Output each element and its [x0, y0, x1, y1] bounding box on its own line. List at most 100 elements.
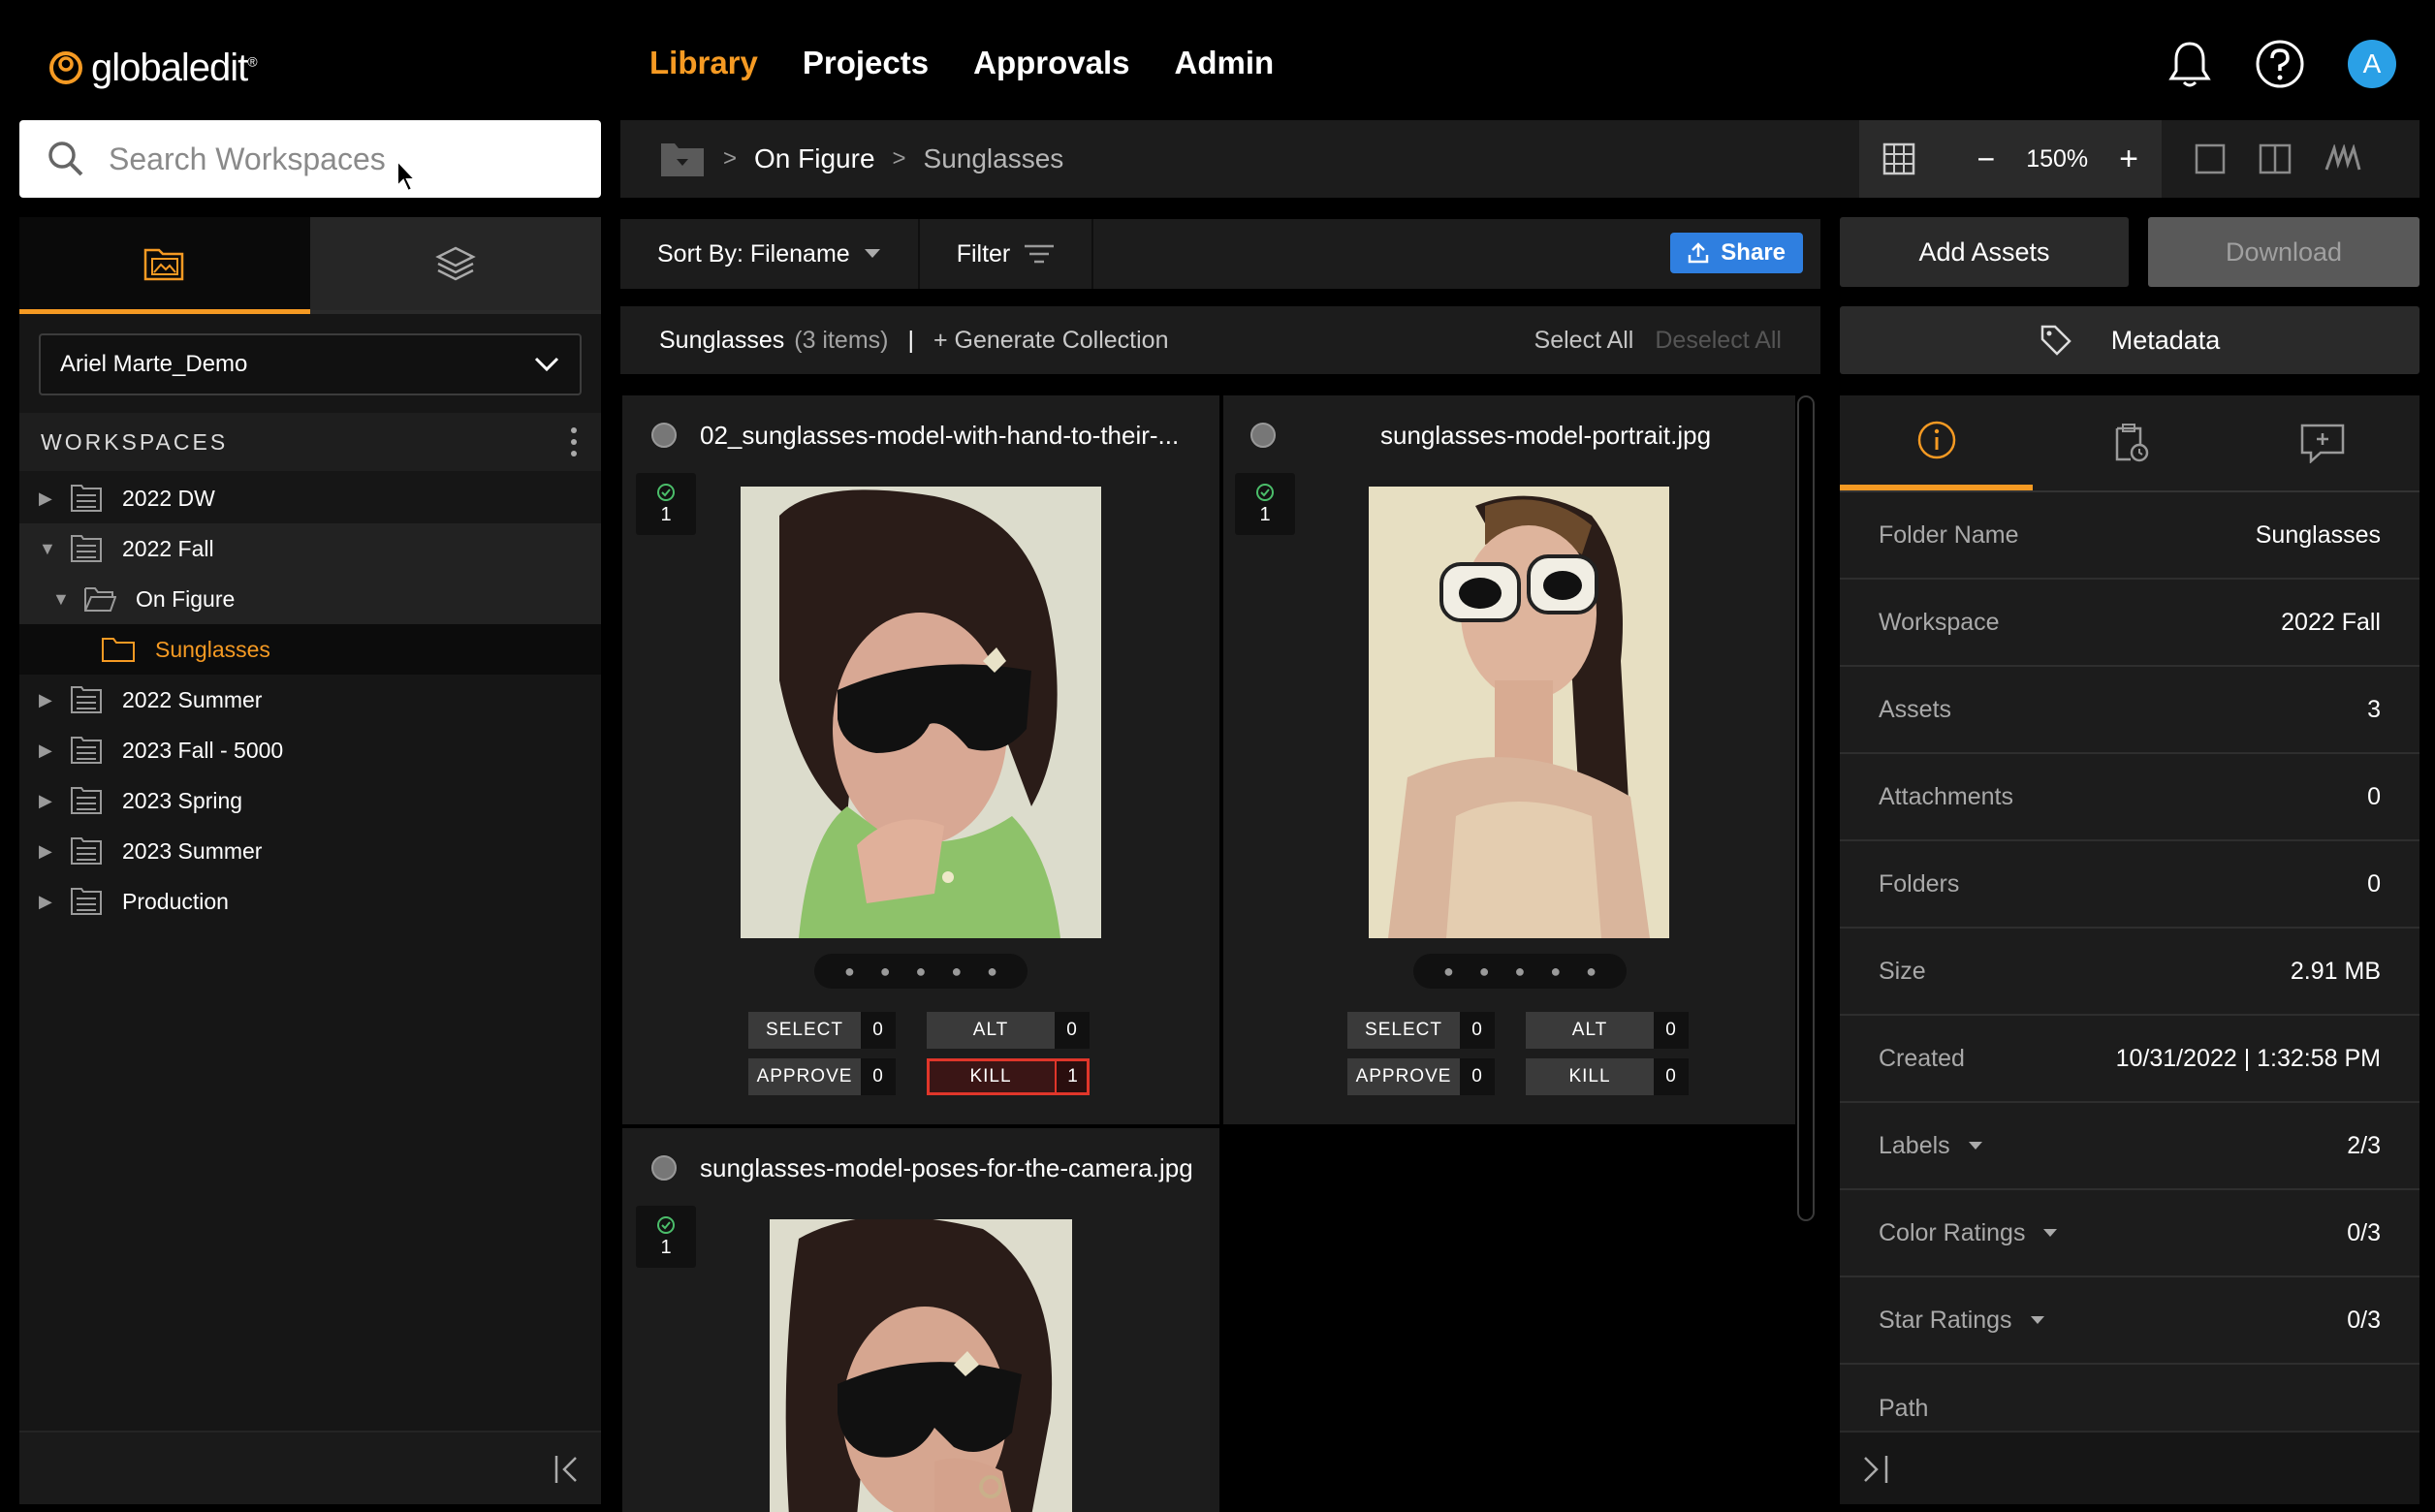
grid-scrollbar[interactable] [1797, 395, 1815, 1221]
tab-folders[interactable] [19, 217, 310, 314]
kill-vote-button[interactable]: KILL 1 [927, 1058, 1090, 1095]
version-number: 1 [660, 503, 672, 525]
tree-item-sunglasses[interactable]: Sunglasses [19, 624, 601, 675]
expand-arrow-icon[interactable]: ▶ [39, 791, 52, 811]
expand-arrow-icon[interactable]: ▶ [39, 488, 52, 509]
approve-label: APPROVE [748, 1058, 861, 1095]
asset-select-radio[interactable] [1250, 423, 1276, 448]
nav-approvals[interactable]: Approvals [973, 45, 1129, 81]
compare-view-icon[interactable] [2259, 143, 2292, 174]
tree-item-label: 2023 Spring [122, 787, 243, 813]
info-row-created: Created 10/31/2022 | 1:32:58 PM [1840, 1016, 2419, 1103]
bell-icon[interactable] [2167, 40, 2212, 88]
expand-arrow-icon[interactable]: ▶ [39, 740, 52, 761]
grid-view-icon[interactable] [1882, 142, 1915, 175]
tab-activity[interactable] [2033, 395, 2226, 490]
check-circle-icon [657, 483, 675, 501]
expand-arrow-icon[interactable]: ▶ [39, 841, 52, 862]
download-button[interactable]: Download [2148, 217, 2419, 287]
sidebar-footer [19, 1431, 601, 1504]
more-vertical-icon[interactable] [570, 426, 578, 457]
breadcrumb-on-figure[interactable]: On Figure [754, 143, 875, 174]
generate-collection-link[interactable]: + Generate Collection [933, 327, 1169, 355]
filter-icon [1025, 244, 1055, 264]
filter-button[interactable]: Filter [920, 219, 1094, 289]
markup-icon[interactable] [2324, 144, 2361, 173]
share-button[interactable]: Share [1670, 233, 1803, 273]
tree-item-2022-summer[interactable]: ▶ 2022 Summer [19, 675, 601, 725]
version-badge[interactable]: 1 [636, 473, 696, 535]
select-count: 0 [1460, 1012, 1495, 1049]
header-actions: A [2167, 39, 2396, 89]
workspace-icon [71, 787, 102, 814]
approve-vote-button[interactable]: APPROVE 0 [748, 1058, 896, 1095]
info-key: Created [1879, 1044, 1965, 1072]
nav-projects[interactable]: Projects [803, 45, 929, 81]
version-badge[interactable]: 1 [1235, 473, 1295, 535]
tree-item-production[interactable]: ▶ Production [19, 876, 601, 927]
layers-icon [435, 246, 476, 281]
tab-info[interactable] [1840, 395, 2034, 490]
help-icon[interactable] [2255, 39, 2305, 89]
tree-item-2023-spring[interactable]: ▶ 2023 Spring [19, 775, 601, 826]
asset-select-radio[interactable] [651, 423, 677, 448]
asset-thumbnail[interactable] [770, 1219, 1072, 1512]
nav-library[interactable]: Library [649, 45, 758, 81]
workspaces-header: WORKSPACES [19, 413, 601, 471]
select-all-link[interactable]: Select All [1534, 327, 1634, 355]
folder-dropdown-icon[interactable] [659, 140, 706, 178]
info-key: Assets [1879, 695, 1952, 723]
asset-thumbnail[interactable] [1369, 487, 1669, 938]
collapse-sidebar-icon[interactable] [553, 1454, 582, 1485]
nav-admin[interactable]: Admin [1174, 45, 1274, 81]
asset-thumbnail[interactable] [741, 487, 1101, 938]
collapse-panel-icon[interactable] [1861, 1454, 1890, 1485]
asset-select-radio[interactable] [651, 1155, 677, 1181]
asset-card[interactable]: 02_sunglasses-model-with-hand-to-their-.… [622, 395, 1219, 1124]
workspace-select[interactable]: Ariel Marte_Demo [39, 333, 582, 395]
tab-collections[interactable] [310, 217, 601, 314]
dot: ● [1586, 961, 1597, 981]
metadata-button[interactable]: Metadata [1840, 306, 2419, 374]
tree-item-2022-fall[interactable]: ▼ 2022 Fall [19, 523, 601, 574]
sort-dropdown[interactable]: Sort By: Filename [620, 219, 920, 289]
expand-arrow-icon[interactable]: ▶ [39, 690, 52, 710]
tree-item-2023-summer[interactable]: ▶ 2023 Summer [19, 826, 601, 876]
collapse-arrow-icon[interactable]: ▼ [52, 589, 70, 610]
pagination-dots[interactable]: ● ● ● ● ● [814, 954, 1028, 989]
info-key: Color Ratings [1879, 1219, 2058, 1247]
info-row-color-ratings[interactable]: Color Ratings 0/3 [1840, 1190, 2419, 1277]
info-row-star-ratings[interactable]: Star Ratings 0/3 [1840, 1277, 2419, 1365]
user-avatar[interactable]: A [2348, 40, 2396, 88]
info-value: 3 [2367, 695, 2381, 723]
tree-item-2023-fall-5000[interactable]: ▶ 2023 Fall - 5000 [19, 725, 601, 775]
alt-vote-button[interactable]: ALT 0 [927, 1012, 1090, 1049]
single-view-icon[interactable] [2195, 143, 2226, 174]
version-badge[interactable]: 1 [636, 1206, 696, 1268]
approve-vote-button[interactable]: APPROVE 0 [1347, 1058, 1495, 1095]
info-row-labels[interactable]: Labels 2/3 [1840, 1103, 2419, 1190]
collapse-arrow-icon[interactable]: ▼ [39, 539, 56, 559]
tree-item-on-figure[interactable]: ▼ On Figure [19, 574, 601, 624]
asset-card[interactable]: sunglasses-model-portrait.jpg 1 ● ● ● ● ● [1223, 395, 1795, 1124]
deselect-all-link[interactable]: Deselect All [1655, 327, 1782, 355]
alt-vote-button[interactable]: ALT 0 [1526, 1012, 1689, 1049]
tab-comments[interactable] [2227, 395, 2419, 490]
add-assets-button[interactable]: Add Assets [1840, 217, 2129, 287]
zoom-in-button[interactable]: + [2119, 141, 2138, 178]
search-input[interactable] [109, 141, 554, 177]
asset-filename: sunglasses-model-portrait.jpg [1380, 421, 1712, 450]
app-logo[interactable]: globaledit® [47, 39, 258, 97]
asset-card[interactable]: sunglasses-model-poses-for-the-camera.jp… [622, 1128, 1219, 1512]
pagination-dots[interactable]: ● ● ● ● ● [1413, 954, 1627, 989]
select-vote-button[interactable]: SELECT 0 [748, 1012, 896, 1049]
zoom-out-button[interactable]: − [1977, 142, 1996, 177]
sidebar: Ariel Marte_Demo WORKSPACES ▶ 2022 DW ▼ … [19, 217, 601, 1504]
workspace-icon [71, 485, 102, 512]
tree-item-2022-dw[interactable]: ▶ 2022 DW [19, 473, 601, 523]
select-vote-button[interactable]: SELECT 0 [1347, 1012, 1495, 1049]
kill-vote-button[interactable]: KILL 0 [1526, 1058, 1689, 1095]
mouse-cursor-icon [396, 159, 418, 193]
dot: ● [1478, 961, 1490, 981]
expand-arrow-icon[interactable]: ▶ [39, 892, 52, 912]
